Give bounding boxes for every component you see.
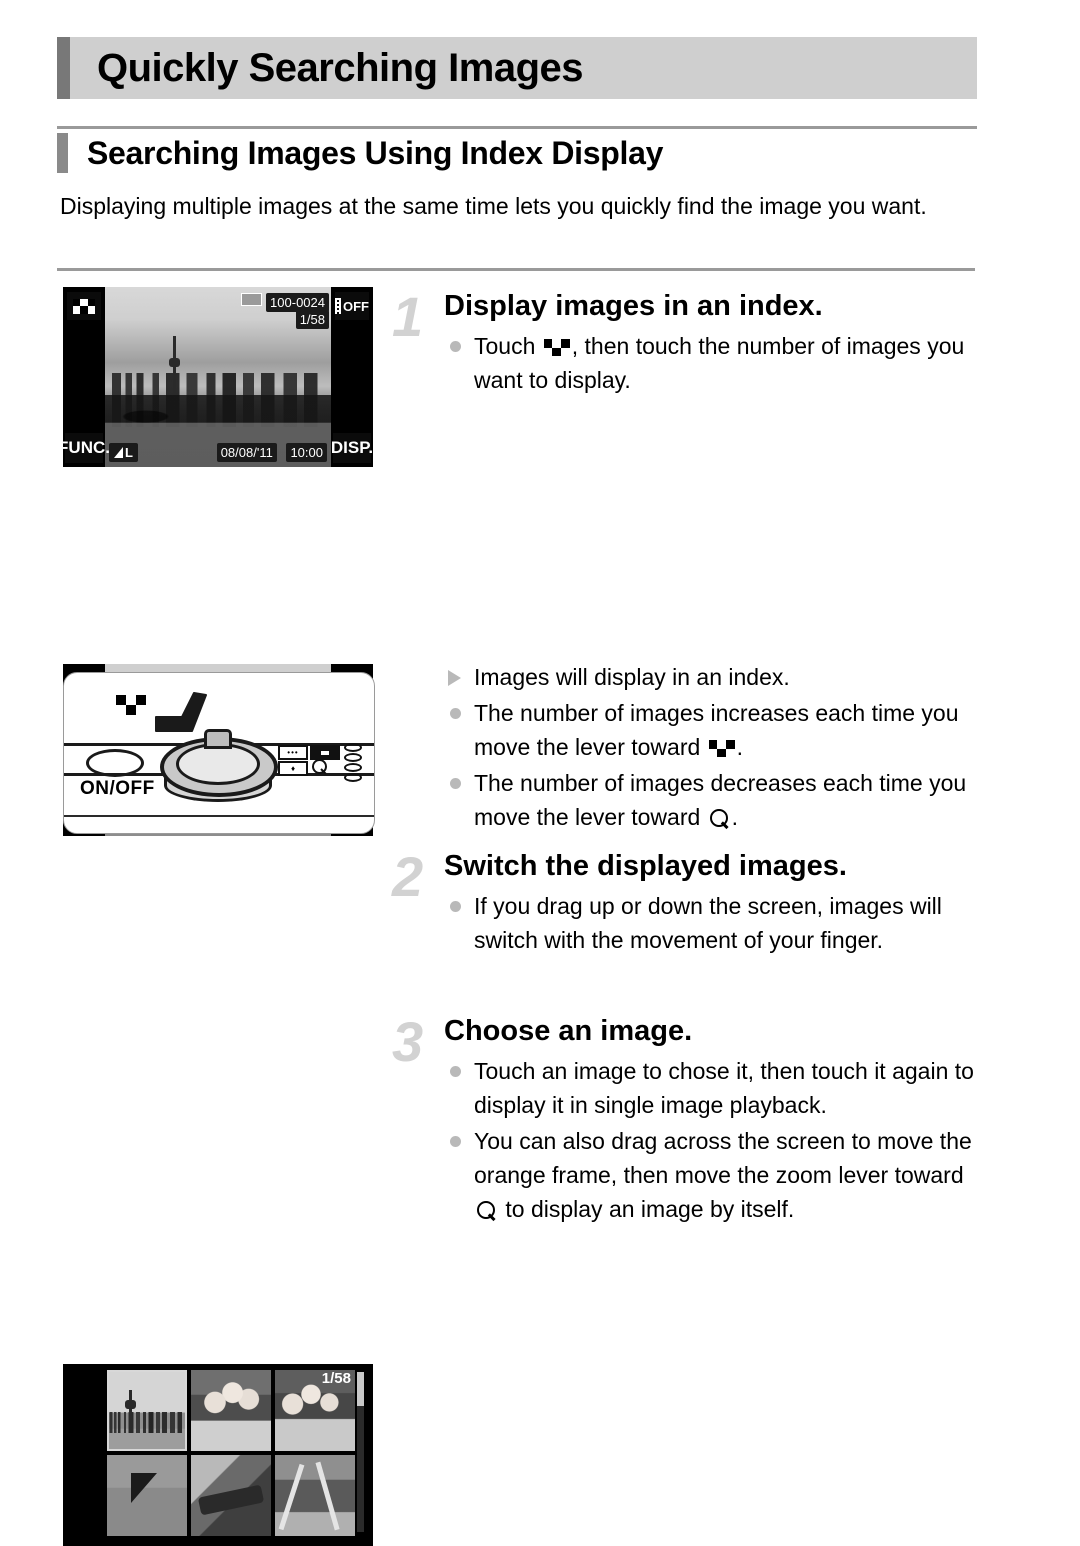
- bullet: You can also drag across the screen to m…: [444, 1124, 982, 1226]
- index-icon: [708, 740, 735, 757]
- chapter-title-accent-bar: [57, 37, 70, 99]
- figure-zoom-lever-diagram: ON/OFF ••• ♦: [63, 672, 375, 834]
- step-3-bullets: Touch an image to chose it, then touch i…: [444, 1054, 982, 1226]
- screen-datetime: 08/08/'11 10:00: [216, 443, 327, 462]
- chapter-title-banner: Quickly Searching Images: [57, 37, 977, 99]
- tower-silhouette: [168, 335, 180, 417]
- step-3-number: 3: [392, 1010, 424, 1073]
- shot-time: 10:00: [286, 443, 327, 462]
- section-top-rule: [57, 126, 977, 129]
- bullet-dot: [450, 778, 461, 789]
- power-button-label: ON/OFF: [80, 778, 155, 799]
- figure-index-display-screen: 1/58: [63, 1364, 373, 1546]
- quality-label: L: [125, 445, 133, 460]
- step-1-bullets: Touch , then touch the number of images …: [444, 329, 982, 397]
- step-2: 2 Switch the displayed images. If you dr…: [392, 849, 982, 959]
- index-scrollbar[interactable]: [357, 1372, 364, 1532]
- section-title: Searching Images Using Index Display: [87, 134, 664, 171]
- wide-angle-icon: •••: [278, 745, 308, 760]
- section-title-banner: Searching Images Using Index Display: [57, 131, 977, 175]
- movie-off-label: OFF: [343, 298, 369, 314]
- thumbnail-model-airplane[interactable]: [191, 1455, 271, 1536]
- speaker-holes-icon: [344, 743, 362, 782]
- step-2-number: 2: [392, 845, 424, 908]
- screen-top-info: 100-0024 1/58: [241, 293, 329, 329]
- bullet-text: Touch an image to chose it, then touch i…: [474, 1058, 974, 1118]
- bullet-dot: [450, 1066, 461, 1077]
- index-image-counter: 1/58: [321, 1370, 351, 1387]
- section-title-accent-bar: [57, 133, 68, 173]
- content-divider-rule: [57, 268, 975, 271]
- bullet-text-before: You can also drag across the screen to m…: [474, 1128, 972, 1188]
- step-2-heading: Switch the displayed images.: [444, 850, 847, 882]
- index-notes: Images will display in an index. The num…: [444, 660, 989, 836]
- thumbnail-city-skyline[interactable]: [107, 1370, 187, 1451]
- index-icon: [73, 298, 95, 314]
- note-item: The number of images increases each time…: [444, 696, 989, 764]
- chapter-title: Quickly Searching Images: [97, 46, 584, 90]
- note-item: Images will display in an index.: [444, 660, 989, 694]
- screen-disp-button[interactable]: DISP.: [330, 433, 373, 463]
- screen-index-button[interactable]: [67, 292, 101, 320]
- bullet-text-before: Touch: [474, 333, 542, 359]
- thumbnail-sailboat[interactable]: [107, 1455, 187, 1536]
- intro-paragraph: Displaying multiple images at the same t…: [60, 193, 927, 219]
- note-text-before: Images will display in an index.: [474, 664, 790, 690]
- figure-single-image-screen: 100-0024 1/58 OFF FUNC. L 08/08/'11 10:0…: [63, 287, 373, 467]
- step-1-number: 1: [392, 285, 424, 348]
- bullet-dot: [450, 341, 461, 352]
- screen-func-button[interactable]: FUNC.: [63, 433, 110, 463]
- note-item: The number of images decreases each time…: [444, 766, 989, 834]
- image-counter: 1/58: [295, 310, 329, 329]
- scrollbar-thumb[interactable]: [357, 1372, 364, 1406]
- magnifier-icon: [312, 759, 327, 775]
- bullet: Touch , then touch the number of images …: [444, 329, 982, 397]
- disp-label: DISP.: [330, 438, 373, 457]
- shot-date: 08/08/'11: [216, 443, 277, 462]
- thumbnail-girls-group[interactable]: [191, 1370, 271, 1451]
- note-text-after: .: [736, 734, 744, 760]
- screen-movie-off-button[interactable]: OFF: [335, 292, 369, 320]
- bullet: If you drag up or down the screen, image…: [444, 889, 982, 957]
- bullet-dot: [450, 901, 461, 912]
- magnifier-icon: [477, 1201, 496, 1220]
- bullet-text: If you drag up or down the screen, image…: [474, 893, 942, 953]
- lever-indicator-marks: ••• ♦: [272, 743, 368, 783]
- skyline-silhouette: [105, 373, 331, 428]
- thumbnail-child-with-oars[interactable]: [275, 1455, 355, 1536]
- index-icon: [116, 695, 146, 715]
- battery-icon: [241, 293, 263, 306]
- shutter-button[interactable]: [176, 743, 260, 785]
- arrow-toward-index-icon: [155, 692, 207, 732]
- power-button[interactable]: [86, 749, 144, 777]
- note-text-after: .: [731, 804, 739, 830]
- zoom-lever-nub[interactable]: [204, 729, 232, 749]
- screen-image-quality: L: [109, 443, 138, 462]
- manual-page: Quickly Searching Images Searching Image…: [0, 0, 1080, 1546]
- step-1: 1 Display images in an index. Touch , th…: [392, 289, 982, 399]
- bullet-dot: [450, 708, 461, 719]
- bullet-text-after: to display an image by itself.: [499, 1196, 795, 1222]
- thumbnail-grid: [107, 1370, 355, 1536]
- step-1-heading: Display images in an index.: [444, 290, 823, 322]
- quality-triangle-icon: [114, 447, 123, 458]
- magnifier-icon: [709, 809, 729, 828]
- step-3-heading: Choose an image.: [444, 1015, 693, 1047]
- index-icon: [543, 339, 570, 356]
- bullet: Touch an image to chose it, then touch i…: [444, 1054, 982, 1122]
- step-2-bullets: If you drag up or down the screen, image…: [444, 889, 982, 957]
- bullet-triangle: [448, 670, 461, 686]
- step-3: 3 Choose an image. Touch an image to cho…: [392, 1014, 982, 1228]
- film-strip-icon: [335, 298, 341, 314]
- macro-icon: ♦: [278, 761, 308, 776]
- index-mark-icon: [310, 745, 340, 760]
- page-number: 112: [62, 1440, 106, 1470]
- func-label: FUNC.: [63, 438, 110, 457]
- camera-body-edge-lower: [64, 815, 374, 817]
- bullet-dot: [450, 1136, 461, 1147]
